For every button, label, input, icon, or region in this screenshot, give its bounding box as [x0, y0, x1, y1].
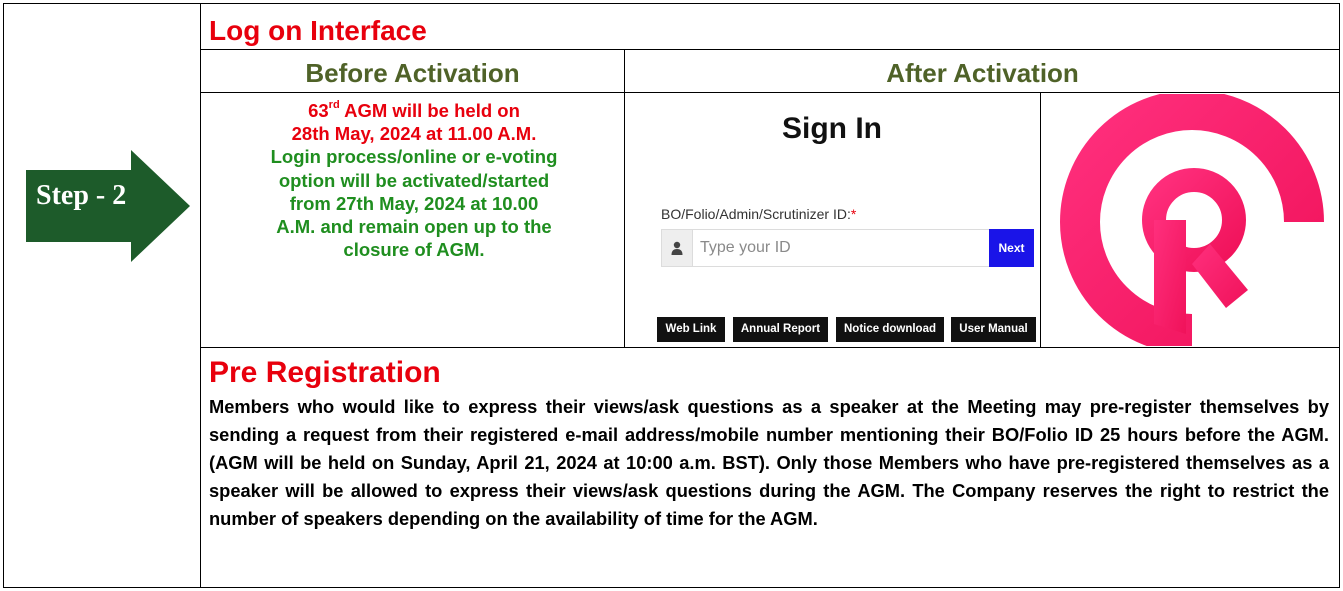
- agm-announcement: 63rd AGM will be held on: [308, 99, 520, 122]
- row-divider-headings: [200, 92, 1340, 93]
- notice-download-button[interactable]: Notice download: [836, 317, 944, 342]
- agm-date: 28th May, 2024 at 11.00 A.M.: [291, 123, 537, 145]
- user-icon: [662, 230, 693, 266]
- before-activation-text: 63rd AGM will be held on 28th May, 2024 …: [204, 99, 624, 261]
- row-divider-content: [200, 347, 1340, 348]
- column-divider-signin-logo: [1040, 92, 1041, 347]
- pre-registration-body: Members who would like to express their …: [209, 396, 1329, 529]
- step-label: Step - 2: [36, 180, 127, 211]
- after-activation-heading: After Activation: [886, 58, 1079, 88]
- pre-registration-title: Pre Registration: [209, 356, 441, 389]
- next-button[interactable]: Next: [989, 229, 1034, 267]
- web-link-button[interactable]: Web Link: [657, 317, 725, 342]
- id-field-label: BO/Folio/Admin/Scrutinizer ID:*: [661, 206, 857, 222]
- login-info-line: from 27th May, 2024 at 10.00: [289, 192, 539, 214]
- login-info-line: closure of AGM.: [343, 239, 485, 261]
- required-mark: *: [850, 206, 857, 222]
- column-divider-before-after: [624, 49, 625, 347]
- login-info-line: A.M. and remain open up to the: [276, 216, 552, 238]
- user-manual-button[interactable]: User Manual: [951, 317, 1036, 342]
- annual-report-button[interactable]: Annual Report: [733, 317, 828, 342]
- id-input-group: Next: [661, 229, 1034, 267]
- login-info-line: option will be activated/started: [278, 169, 550, 191]
- row-divider-title: [200, 49, 1340, 50]
- id-input[interactable]: [700, 230, 970, 266]
- sign-in-title: Sign In: [782, 112, 882, 145]
- login-info-line: Login process/online or e-voting: [270, 146, 558, 168]
- before-activation-heading: Before Activation: [305, 58, 520, 88]
- log-on-title: Log on Interface: [209, 15, 427, 46]
- spiral-r-logo-icon: [1060, 94, 1324, 346]
